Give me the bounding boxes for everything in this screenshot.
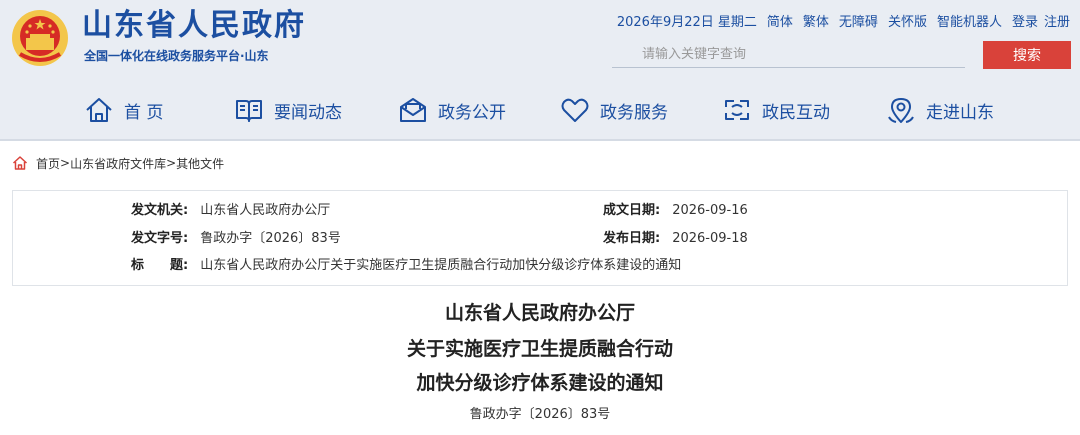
register-link[interactable]: 注册 [1044, 13, 1070, 33]
nav-item-label: 政民互动 [762, 102, 830, 123]
meta-docno-label: 发文字号: [131, 231, 189, 246]
traditional-link[interactable]: 繁体 [803, 13, 829, 33]
breadcrumb: 首页 > 山东省政府文件库 > 其他文件 [12, 154, 224, 172]
nav-item-interaction[interactable]: 政民互动 [722, 86, 830, 134]
location-icon [888, 98, 914, 123]
site-subtitle: 全国一体化在线政务服务平台·山东 [84, 49, 269, 63]
nav-item-label: 走进山东 [926, 102, 994, 123]
care-mode-link[interactable]: 关怀版 [888, 13, 927, 33]
meta-docno-value: 鲁政办字〔2026〕83号 [200, 231, 341, 246]
nav-item-label: 要闻动态 [274, 102, 342, 123]
breadcrumb-home-link[interactable]: 首页 [36, 155, 60, 172]
breadcrumb-separator: > [60, 156, 71, 170]
meta-publish-date-row: 发布日期: 2026-09-18 [603, 229, 748, 249]
nav-item-label: 首 页 [124, 102, 164, 123]
home-icon [12, 156, 28, 170]
interaction-icon [725, 100, 749, 120]
meta-publish-date-label: 发布日期: [603, 231, 661, 246]
meta-written-date-row: 成文日期: 2026-09-16 [603, 201, 748, 221]
document-title-line-3: 加快分级诊疗体系建设的通知 [416, 372, 664, 394]
meta-subject-label: 标 题: [131, 258, 189, 273]
meta-issuer-row: 发文机关: 山东省人民政府办公厅 [131, 201, 330, 221]
header-divider [0, 139, 1080, 141]
search-input[interactable] [612, 42, 965, 68]
nav-item-open-government[interactable]: 政务公开 [398, 86, 506, 134]
nav-item-news[interactable]: 要闻动态 [234, 86, 342, 134]
document-metadata: 发文机关: 山东省人民政府办公厅 发文字号: 鲁政办字〔2026〕83号 标 题: 山… [12, 190, 1068, 286]
nav-item-about-shandong[interactable]: 走进山东 [886, 86, 994, 134]
breadcrumb-other-files-link[interactable]: 其他文件 [176, 155, 224, 172]
book-icon [236, 100, 262, 122]
simplified-link[interactable]: 简体 [767, 13, 793, 33]
mail-icon [400, 98, 426, 122]
meta-docno-row: 发文字号: 鲁政办字〔2026〕83号 [131, 229, 341, 249]
nav-item-label: 政务公开 [438, 102, 506, 123]
breadcrumb-separator: > [166, 156, 177, 170]
nav-item-label: 政务服务 [600, 102, 668, 123]
smart-robot-link[interactable]: 智能机器人 [937, 13, 1002, 33]
meta-issuer-label: 发文机关: [131, 203, 189, 218]
document-title-line-1: 山东省人民政府办公厅 [444, 302, 635, 324]
meta-written-date-label: 成文日期: [603, 203, 661, 218]
meta-issuer-value: 山东省人民政府办公厅 [200, 203, 331, 218]
meta-publish-date-value: 2026-09-18 [672, 231, 748, 246]
nav-item-services[interactable]: 政务服务 [560, 86, 668, 134]
meta-written-date-value: 2026-09-16 [672, 203, 748, 218]
national-emblem-icon [12, 10, 68, 66]
heart-icon [561, 98, 589, 122]
search-button[interactable]: 搜索 [983, 41, 1071, 69]
breadcrumb-library-link[interactable]: 山东省政府文件库 [70, 155, 166, 172]
accessibility-link[interactable]: 无障碍 [839, 13, 878, 33]
meta-subject-row: 标 题: 山东省人民政府办公厅关于实施医疗卫生提质融合行动加快分级诊疗体系建设的通… [131, 256, 681, 276]
site-header: 山东省人民政府 全国一体化在线政务服务平台·山东 2026年9月22日 星期二 … [0, 0, 1080, 140]
current-date: 2026年9月22日 星期二 [616, 15, 757, 30]
site-title[interactable]: 山东省人民政府 [82, 8, 306, 44]
document-title-line-2: 关于实施医疗卫生提质融合行动 [406, 338, 673, 360]
nav-item-home[interactable]: 首 页 [84, 86, 163, 134]
home-icon [86, 98, 112, 122]
document-number: 鲁政办字〔2026〕83号 [469, 407, 611, 422]
utility-bar: 2026年9月22日 星期二 简体 繁体 无障碍 关怀版 智能机器人 登录 注册 [617, 13, 1070, 33]
meta-subject-value: 山东省人民政府办公厅关于实施医疗卫生提质融合行动加快分级诊疗体系建设的通知 [200, 258, 682, 273]
login-link[interactable]: 登录 [1012, 13, 1038, 33]
main-nav: 首 页 要闻动态 政务公开 政务服务 政民互动 走进山东 [0, 86, 1080, 134]
